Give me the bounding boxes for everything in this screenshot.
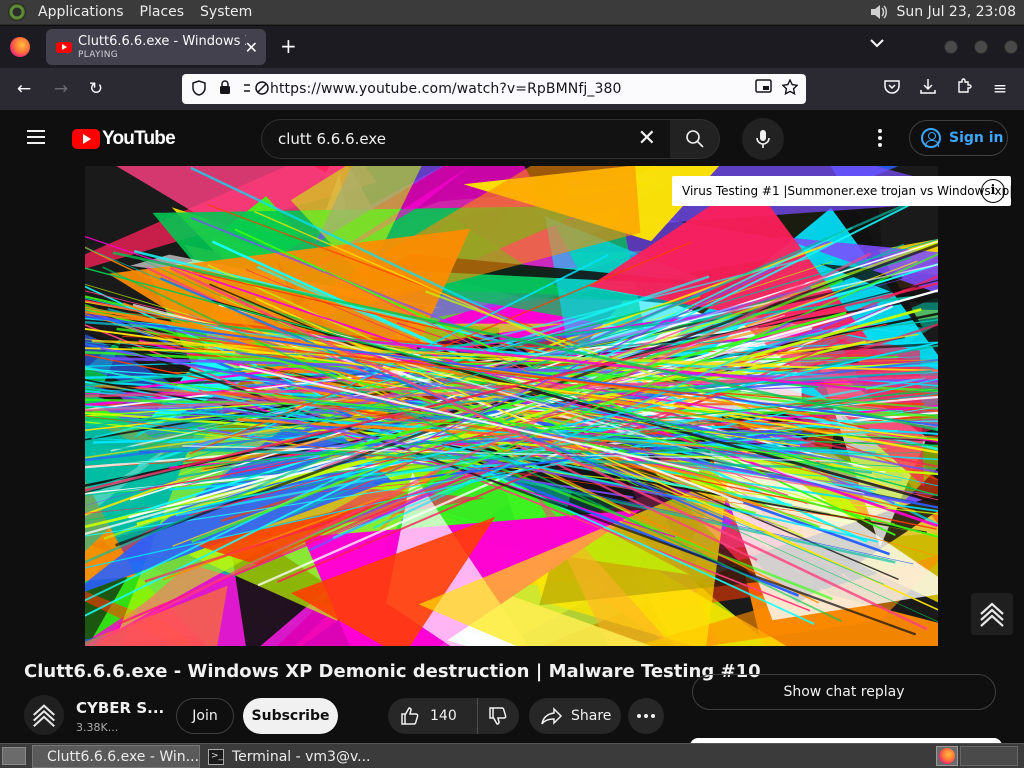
close-window-button[interactable] <box>1004 40 1018 54</box>
like-count: 140 <box>430 708 457 724</box>
youtube-play-logo-icon <box>72 129 100 149</box>
dislike-button[interactable] <box>478 698 518 734</box>
thumbs-down-icon <box>489 707 507 725</box>
firefox-view-icon[interactable] <box>10 37 30 57</box>
terminal-icon: >_ <box>208 748 224 765</box>
card-teaser[interactable]: Virus Testing #1 |Summoner.exe trojan vs… <box>672 176 1014 206</box>
minimize-window-button[interactable] <box>944 40 958 54</box>
volume-icon[interactable] <box>869 3 889 21</box>
os-taskbar: Clutt6.6.6.exe - Win... >_ Terminal - vm… <box>0 743 1024 768</box>
clear-search-icon[interactable]: ✕ <box>638 127 656 151</box>
workspace-2-button[interactable] <box>960 746 1018 766</box>
forward-arrow-icon[interactable]: → <box>50 78 72 100</box>
menu-applications[interactable]: Applications <box>30 4 132 20</box>
browser-tab-strip: Clutt6.6.6.exe - Windows XP PLAYING ✕ + <box>0 26 1024 68</box>
back-arrow-icon[interactable]: ← <box>13 78 35 100</box>
lock-icon[interactable] <box>216 80 234 98</box>
taskbar-item-terminal[interactable]: >_ Terminal - vm3@v... <box>202 745 372 768</box>
menu-places[interactable]: Places <box>132 4 193 20</box>
youtube-header: YouTube clutt 6.6.6.exe ✕ Sign in <box>0 110 1024 166</box>
microphone-icon <box>756 130 770 148</box>
youtube-logo[interactable]: YouTube <box>72 128 176 150</box>
like-dislike-segment: 140 <box>388 698 519 734</box>
account-icon <box>921 128 941 148</box>
firefox-icon <box>939 748 955 764</box>
new-tab-icon[interactable]: + <box>280 34 297 58</box>
share-label: Share <box>571 708 612 724</box>
card-teaser-text: Virus Testing #1 |Summoner.exe trojan vs… <box>682 184 1014 198</box>
pocket-icon[interactable] <box>881 78 903 100</box>
video-title: Clutt6.6.6.exe - Windows XP Demonic dest… <box>24 661 761 682</box>
tracking-protection-shield-icon[interactable] <box>190 80 208 98</box>
tab-playing-label: PLAYING <box>78 49 119 60</box>
taskbar-item-firefox[interactable]: Clutt6.6.6.exe - Win... <box>32 745 200 768</box>
browser-tab-active[interactable]: Clutt6.6.6.exe - Windows XP PLAYING ✕ <box>46 29 266 65</box>
os-top-panel: Applications Places System Sun Jul 23, 2… <box>0 0 1024 25</box>
thumbs-up-icon <box>401 707 419 725</box>
join-button[interactable]: Join <box>176 698 234 734</box>
channel-name[interactable]: CYBER S... <box>76 699 164 717</box>
workspace-1-button[interactable] <box>936 746 958 766</box>
youtube-logo-text: YouTube <box>102 128 176 149</box>
search-button[interactable] <box>670 119 720 159</box>
extensions-icon[interactable] <box>953 78 975 100</box>
tab-title: Clutt6.6.6.exe - Windows XP <box>78 34 246 48</box>
address-bar[interactable]: https://www.youtube.com/watch?v=RpBMNfj_… <box>182 74 806 104</box>
bookmark-star-icon[interactable] <box>781 78 799 99</box>
picture-in-picture-icon[interactable] <box>755 79 772 99</box>
downloads-icon[interactable] <box>917 78 939 100</box>
browser-navigation-bar: ← → ↻ https://www.youtube.com/watch?v=Rp… <box>0 68 1024 110</box>
video-frame-glitch-art <box>85 166 938 646</box>
distro-logo-icon[interactable] <box>8 3 26 21</box>
show-desktop-button[interactable] <box>2 747 26 765</box>
subscribe-button[interactable]: Subscribe <box>243 698 338 734</box>
channel-watermark-icon[interactable] <box>971 593 1013 635</box>
reload-icon[interactable]: ↻ <box>85 78 107 100</box>
youtube-page: YouTube clutt 6.6.6.exe ✕ Sign in Virus … <box>0 110 1024 743</box>
settings-more-icon[interactable] <box>870 126 890 150</box>
sign-in-label: Sign in <box>949 130 1004 146</box>
channel-avatar[interactable] <box>24 695 64 735</box>
more-actions-button[interactable] <box>628 698 664 734</box>
video-player[interactable] <box>85 166 938 646</box>
search-icon <box>685 130 704 148</box>
subscriber-count: 3.38K... <box>76 721 119 734</box>
clock[interactable]: Sun Jul 23, 23:08 <box>897 4 1017 20</box>
info-icon[interactable]: i <box>981 179 1005 203</box>
app-menu-icon[interactable]: ≡ <box>989 78 1011 100</box>
list-all-tabs-icon[interactable] <box>870 36 884 52</box>
close-tab-icon[interactable]: ✕ <box>245 38 258 57</box>
show-chat-replay-button[interactable]: Show chat replay <box>692 674 996 710</box>
share-arrow-icon <box>541 707 563 725</box>
maximize-window-button[interactable] <box>974 40 988 54</box>
like-button[interactable]: 140 <box>388 698 478 734</box>
taskbar-item-label: Terminal - vm3@v... <box>232 748 371 765</box>
sign-in-button[interactable]: Sign in <box>909 120 1008 156</box>
search-input[interactable]: clutt 6.6.6.exe ✕ <box>261 119 671 159</box>
voice-search-button[interactable] <box>742 118 784 160</box>
menu-system[interactable]: System <box>192 4 260 20</box>
taskbar-item-label: Clutt6.6.6.exe - Win... <box>47 748 200 765</box>
share-button[interactable]: Share <box>529 698 621 734</box>
url-text[interactable]: https://www.youtube.com/watch?v=RpBMNfj_… <box>270 81 622 97</box>
guide-menu-icon[interactable] <box>27 130 45 144</box>
youtube-favicon-icon <box>56 41 72 53</box>
autoplay-blocked-icon[interactable] <box>242 80 269 98</box>
search-query: clutt 6.6.6.exe <box>278 130 386 148</box>
